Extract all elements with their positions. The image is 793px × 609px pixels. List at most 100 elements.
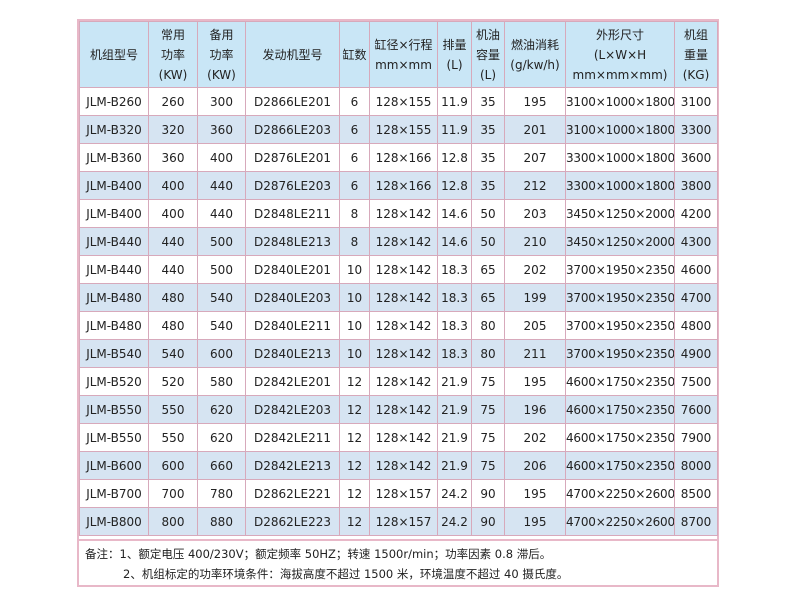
table-cell: 12.8 (437, 143, 472, 172)
table-cell: 21.9 (437, 395, 472, 424)
column-header: 缸径×行程 mm×mm (369, 21, 438, 88)
table-cell: 3100×1000×1800 (565, 115, 675, 144)
table-cell: JLM-B480 (79, 311, 149, 340)
table-cell: D2840LE201 (245, 255, 340, 284)
table-cell: 35 (471, 171, 505, 200)
column-header-text: 外形尺寸 (595, 27, 644, 42)
table-cell: 500 (197, 227, 246, 256)
spec-sheet: 机组型号 常用 功率 (KW) 备用 功率 (KW) 发动机型号 缸数 缸径×行程 mm×mm 排量 (… (77, 19, 719, 587)
table-cell: 4800 (674, 311, 718, 340)
table-cell: 199 (504, 283, 566, 312)
table-cell: 18.3 (437, 283, 472, 312)
table-cell: 128×142 (369, 451, 438, 480)
table-cell: 212 (504, 171, 566, 200)
table-row: JLM-B440 440 500 D2848LE213 8 128×142 14.6 50 21… (79, 227, 718, 256)
table-cell: 128×142 (369, 339, 438, 368)
table-cell: 660 (197, 451, 246, 480)
table-cell: 90 (471, 479, 505, 508)
column-header-text: 缸数 (342, 47, 367, 62)
table-row: JLM-B550 550 620 D2842LE203 12 128×142 21.9 75 1… (79, 395, 718, 424)
column-header-text: 排量 (442, 37, 467, 52)
table-cell: 7900 (674, 423, 718, 452)
table-cell: 880 (197, 507, 246, 536)
table-body: JLM-B260 260 300 D2866LE201 6 128×155 11.9 35 19… (79, 87, 718, 536)
table-cell: 21.9 (437, 367, 472, 396)
table-cell: D2876LE201 (245, 143, 340, 172)
table-cell: D2840LE203 (245, 283, 340, 312)
table-cell: 24.2 (437, 507, 472, 536)
table-cell: 8000 (674, 451, 718, 480)
table-cell: JLM-B440 (79, 227, 149, 256)
table-cell: JLM-B540 (79, 339, 149, 368)
footnote: 备注：1、额定电压 400/230V；额定频率 50HZ；转速 1500r/mi… (79, 539, 717, 585)
table-cell: D2866LE203 (245, 115, 340, 144)
table-cell: D2862LE221 (245, 479, 340, 508)
table-cell: 6 (339, 171, 370, 200)
table-cell: D2866LE201 (245, 87, 340, 116)
footnote-line-1: 备注：1、额定电压 400/230V；额定频率 50HZ；转速 1500r/mi… (85, 547, 552, 561)
table-cell: 10 (339, 283, 370, 312)
table-cell: JLM-B360 (79, 143, 149, 172)
table-cell: 90 (471, 507, 505, 536)
table-cell: 128×142 (369, 283, 438, 312)
table-cell: 12 (339, 479, 370, 508)
table-cell: 400 (148, 171, 198, 200)
table-cell: 4600×1750×2350 (565, 367, 675, 396)
table-cell: JLM-B550 (79, 395, 149, 424)
table-cell: 440 (148, 255, 198, 284)
column-header-text: (KG) (682, 67, 710, 82)
table-cell: 8 (339, 227, 370, 256)
column-header-text: 机组 (683, 27, 708, 42)
column-header: 燃油消耗 (g/kw/h) (504, 21, 566, 88)
table-cell: 35 (471, 87, 505, 116)
table-cell: 440 (148, 227, 198, 256)
table-cell: 35 (471, 143, 505, 172)
table-cell: 128×142 (369, 255, 438, 284)
table-cell: 80 (471, 311, 505, 340)
table-cell: 500 (197, 255, 246, 284)
footnote-line-2: 2、机组标定的功率环境条件：海拔高度不超过 1500 米，环境温度不超过 40 … (123, 567, 569, 581)
table-cell: 3700×1950×2350 (565, 311, 675, 340)
table-cell: 75 (471, 367, 505, 396)
table-row: JLM-B700 700 780 D2862LE221 12 128×157 24.2 90 1… (79, 479, 718, 508)
table-row: JLM-B320 320 360 D2866LE203 6 128×155 11.9 35 20… (79, 115, 718, 144)
table-cell: 12 (339, 367, 370, 396)
column-header: 常用 功率 (KW) (148, 21, 198, 88)
table-row: JLM-B400 400 440 D2848LE211 8 128×142 14.6 50 20… (79, 199, 718, 228)
column-header-text: 机油 (475, 27, 500, 42)
table-cell: 540 (148, 339, 198, 368)
table-row: JLM-B360 360 400 D2876LE201 6 128×166 12.8 35 20… (79, 143, 718, 172)
table-cell: 207 (504, 143, 566, 172)
table-cell: 8700 (674, 507, 718, 536)
table-cell: 75 (471, 451, 505, 480)
table-cell: JLM-B400 (79, 199, 149, 228)
table-cell: 3800 (674, 171, 718, 200)
table-cell: 4700×2250×2600 (565, 479, 675, 508)
table-cell: D2842LE203 (245, 395, 340, 424)
column-header-text: (g/kw/h) (510, 57, 560, 72)
table-cell: JLM-B600 (79, 451, 149, 480)
table-cell: 196 (504, 395, 566, 424)
column-header-text: mm×mm (375, 57, 432, 72)
table-cell: 21.9 (437, 451, 472, 480)
table-cell: 3450×1250×2000 (565, 227, 675, 256)
table-cell: 7500 (674, 367, 718, 396)
column-header: 排量 (L) (437, 21, 472, 88)
table-cell: 14.6 (437, 227, 472, 256)
table-row: JLM-B400 400 440 D2876LE203 6 128×166 12.8 35 21… (79, 171, 718, 200)
table-cell: JLM-B700 (79, 479, 149, 508)
table-cell: 550 (148, 395, 198, 424)
column-header-text: 容量 (475, 47, 500, 62)
table-cell: 203 (504, 199, 566, 228)
table-cell: 75 (471, 423, 505, 452)
table-cell: 260 (148, 87, 198, 116)
column-header: 机组型号 (79, 21, 149, 88)
table-cell: D2842LE201 (245, 367, 340, 396)
table-row: JLM-B520 520 580 D2842LE201 12 128×142 21.9 75 1… (79, 367, 718, 396)
table-cell: 18.3 (437, 255, 472, 284)
table-cell: 600 (197, 339, 246, 368)
table-cell: 128×142 (369, 423, 438, 452)
table-cell: 540 (197, 311, 246, 340)
table-cell: 400 (197, 143, 246, 172)
table-cell: 6 (339, 115, 370, 144)
